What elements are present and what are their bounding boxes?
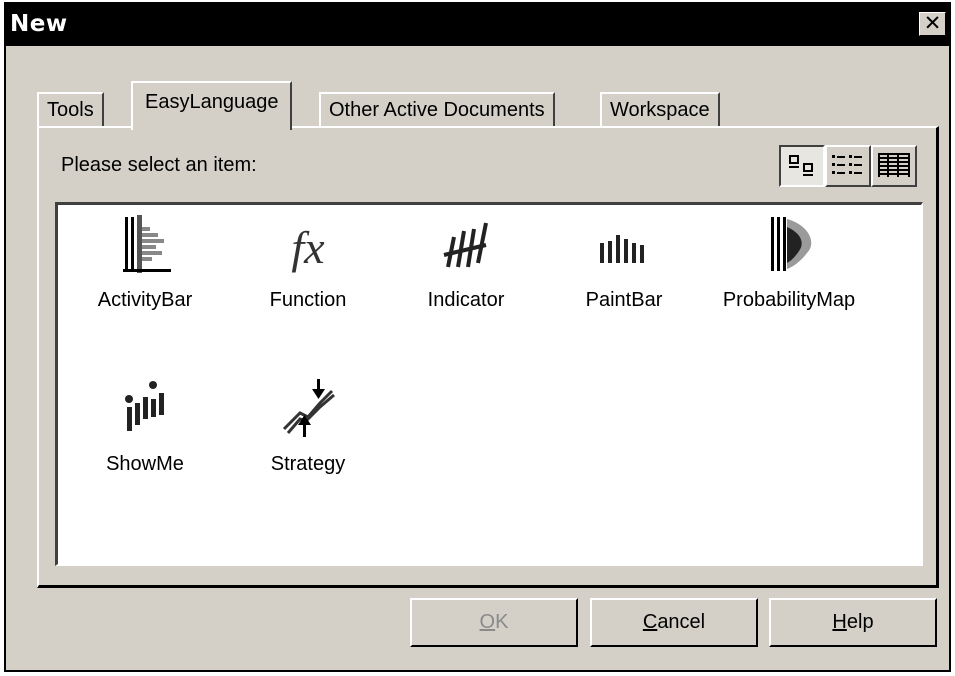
ok-mnemonic: O	[479, 611, 496, 633]
item-label: Indicator	[427, 289, 505, 311]
probabilitymap-icon	[771, 217, 812, 271]
close-button[interactable]: ✕	[919, 12, 946, 36]
tab-tools[interactable]: Tools	[37, 92, 104, 128]
ok-label-rest: K	[495, 611, 509, 633]
item-probabilitymap[interactable]: ProbabilityMap	[694, 205, 884, 345]
tab-label: Tools	[47, 99, 94, 121]
paintbar-icon	[600, 235, 644, 263]
item-indicator[interactable]: Indicator	[376, 205, 556, 345]
list-view-icon	[832, 155, 862, 174]
new-dialog: New ✕ Tools EasyLanguage Other Active Do…	[4, 2, 951, 672]
item-function[interactable]: fx Function	[218, 205, 398, 345]
item-strategy[interactable]: Strategy	[218, 369, 398, 509]
tab-label: EasyLanguage	[145, 91, 279, 113]
item-label: ShowMe	[106, 453, 184, 475]
indicator-icon	[443, 222, 488, 268]
tab-label: Other Active Documents	[329, 99, 545, 121]
item-activitybar[interactable]: ActivityBar	[55, 205, 235, 345]
ok-button[interactable]: OK	[410, 598, 578, 647]
tab-easylanguage[interactable]: EasyLanguage	[131, 81, 293, 130]
list-view-button[interactable]	[825, 145, 871, 187]
cancel-button[interactable]: Cancel	[590, 598, 758, 647]
function-icon: fx	[291, 222, 325, 273]
details-view-button[interactable]	[871, 145, 917, 187]
window-title: New	[10, 11, 68, 37]
item-label: Strategy	[270, 453, 346, 475]
activitybar-icon	[123, 215, 171, 273]
item-label: ActivityBar	[97, 289, 193, 311]
showme-icon	[125, 381, 164, 431]
item-listview[interactable]: ActivityBar fx Function Indicator PaintB…	[55, 202, 923, 566]
item-label: Function	[269, 289, 347, 311]
help-label-rest: elp	[846, 611, 874, 633]
close-icon: ✕	[923, 11, 942, 35]
help-mnemonic: H	[832, 611, 847, 633]
cancel-label-rest: ancel	[657, 611, 706, 633]
help-button[interactable]: Help	[769, 598, 937, 647]
large-icons-view-button[interactable]	[779, 145, 825, 187]
strategy-icon	[282, 379, 335, 437]
item-showme[interactable]: ShowMe	[55, 369, 235, 509]
large-icons-view-icon	[789, 155, 813, 176]
tab-workspace[interactable]: Workspace	[600, 92, 720, 128]
cancel-mnemonic: C	[642, 611, 658, 633]
tab-other-active-documents[interactable]: Other Active Documents	[319, 92, 555, 128]
tab-label: Workspace	[610, 99, 710, 121]
item-paintbar[interactable]: PaintBar	[534, 205, 714, 345]
select-prompt: Please select an item:	[61, 154, 257, 176]
tab-panel: Please select an item: ActivityBar fx Fu…	[37, 126, 939, 588]
title-bar[interactable]: New ✕	[6, 4, 949, 46]
item-label: ProbabilityMap	[722, 289, 856, 311]
item-label: PaintBar	[585, 289, 663, 311]
function-glyph: fx	[291, 222, 325, 273]
details-view-icon	[878, 153, 910, 177]
